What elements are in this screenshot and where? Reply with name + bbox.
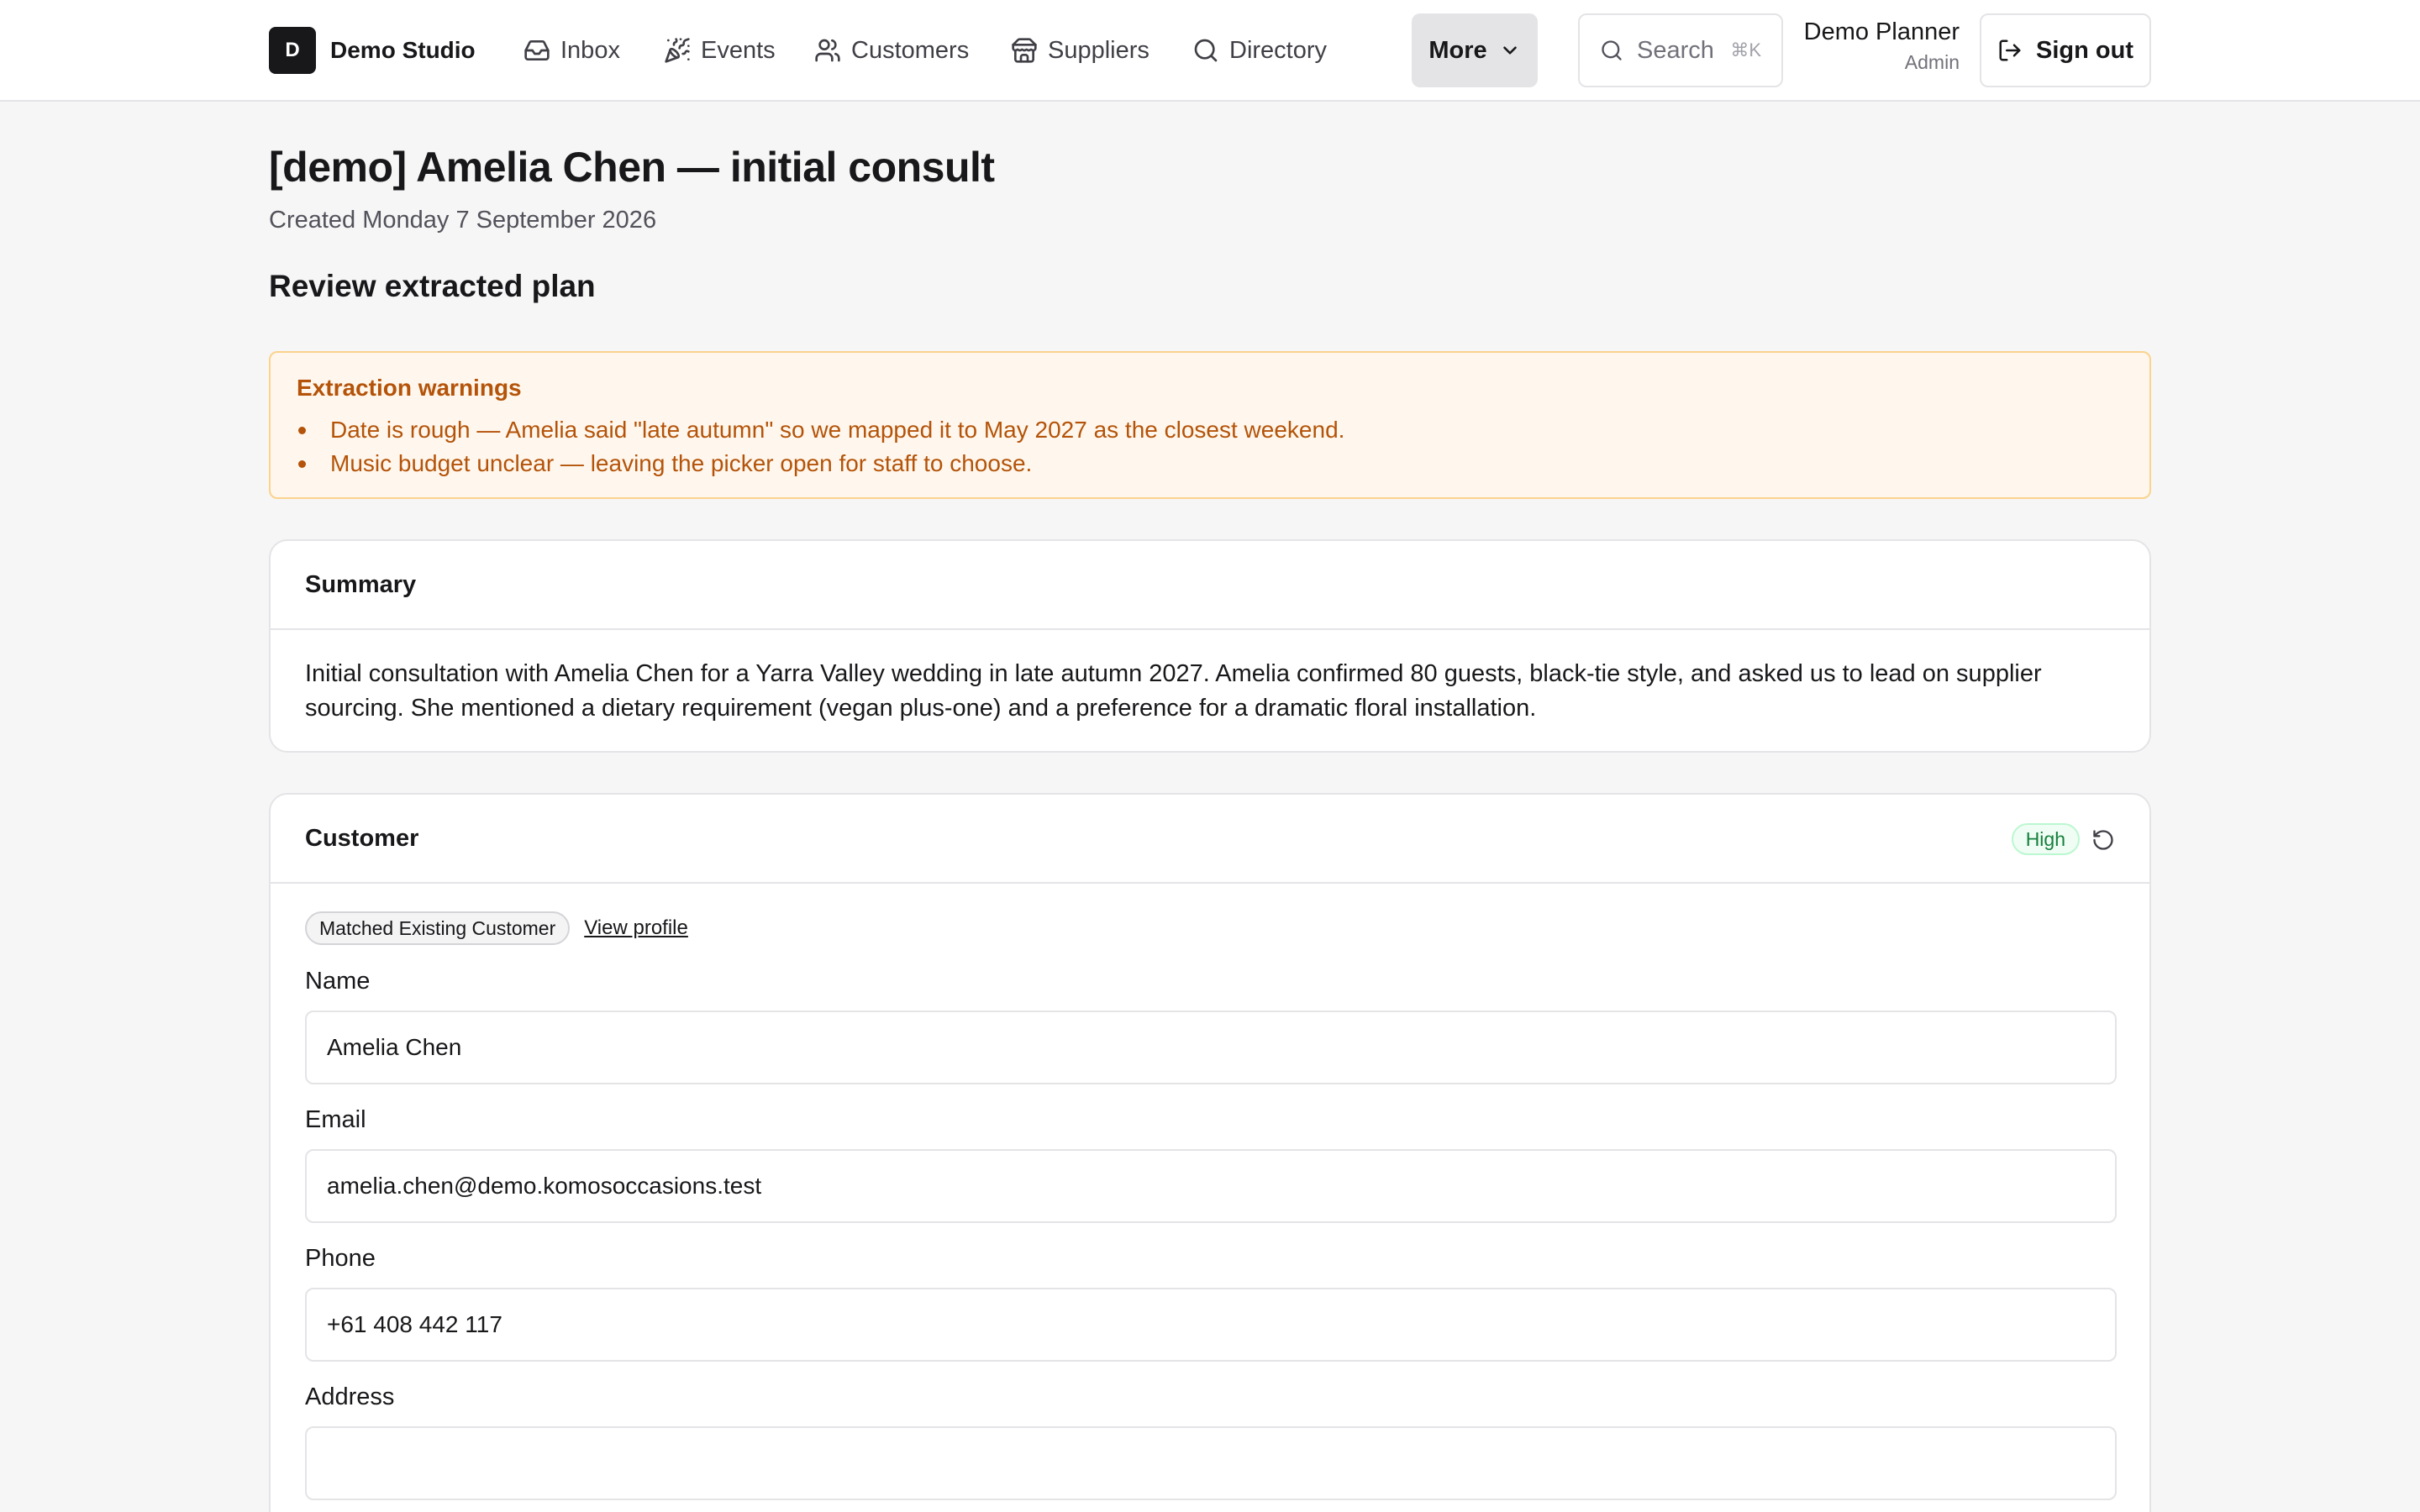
user-name: Demo Planner — [1803, 18, 1960, 45]
phone-label: Phone — [305, 1245, 376, 1272]
name-label: Name — [305, 968, 371, 995]
nav-label-events: Events — [701, 36, 776, 64]
email-label: Email — [305, 1106, 366, 1133]
name-field-group: Name — [305, 968, 2117, 1084]
users-icon — [815, 39, 840, 62]
extraction-warnings-alert: Extraction warnings Date is rough — Amel… — [269, 351, 2151, 499]
view-profile-link[interactable]: View profile — [584, 916, 688, 940]
global-search-button[interactable]: Search ⌘K — [1578, 13, 1783, 87]
party-popper-icon — [665, 38, 690, 63]
nav-label-suppliers: Suppliers — [1048, 36, 1150, 64]
warnings-list: Date is rough — Amelia said "late autumn… — [297, 413, 2123, 480]
email-field-group: Email — [305, 1106, 2117, 1223]
address-input[interactable] — [305, 1426, 2117, 1500]
confidence-badge: High — [2011, 823, 2080, 855]
section-title: Review extracted plan — [269, 269, 596, 303]
nav-label-inbox: Inbox — [560, 36, 620, 64]
brand-name: Demo Studio — [330, 37, 476, 63]
user-info: Demo Planner Admin — [1804, 18, 1960, 74]
chevron-down-icon — [1502, 46, 1517, 55]
summary-card: Summary Initial consultation with Amelia… — [269, 539, 2151, 753]
nav-item-directory[interactable]: Directory — [1192, 32, 1327, 69]
inbox-icon — [524, 40, 550, 60]
more-label: More — [1428, 36, 1487, 64]
customer-title: Customer — [305, 824, 419, 852]
nav-item-customers[interactable]: Customers — [814, 32, 969, 69]
address-field-group: Address — [305, 1383, 2117, 1500]
phone-input[interactable] — [305, 1288, 2117, 1362]
search-icon — [1194, 39, 1218, 62]
phone-field-group: Phone — [305, 1245, 2117, 1362]
summary-card-header: Summary — [271, 541, 2149, 630]
nav-label-customers: Customers — [851, 36, 970, 64]
nav-label-directory: Directory — [1229, 36, 1328, 64]
summary-text: Initial consultation with Amelia Chen fo… — [305, 660, 2042, 722]
more-menu-button[interactable]: More — [1412, 13, 1538, 87]
user-role: Admin — [1904, 51, 1960, 73]
nav-item-inbox[interactable]: Inbox — [523, 32, 620, 69]
matched-customer-badge: Matched Existing Customer — [305, 911, 571, 945]
match-row: Matched Existing Customer View profile — [305, 911, 2115, 946]
name-input[interactable] — [305, 1011, 2117, 1084]
email-input[interactable] — [305, 1149, 2117, 1223]
store-icon — [1012, 38, 1037, 63]
sign-out-label: Sign out — [2036, 36, 2133, 64]
search-shortcut: ⌘K — [1730, 39, 1761, 60]
warning-item: Date is rough — Amelia said "late autumn… — [297, 413, 2123, 447]
created-date: Created Monday 7 September 2026 — [269, 207, 657, 234]
customer-card: Customer High Matched Existing Customer … — [269, 793, 2151, 1512]
search-icon — [1602, 40, 1622, 60]
warning-item: Music budget unclear — leaving the picke… — [297, 447, 2123, 480]
summary-title: Summary — [305, 570, 417, 598]
page-title: [demo] Amelia Chen — initial consult — [269, 144, 995, 191]
sign-out-button[interactable]: Sign out — [1980, 13, 2151, 87]
warnings-title: Extraction warnings — [297, 375, 522, 401]
search-label: Search — [1637, 36, 1714, 64]
reset-icon[interactable] — [2091, 828, 2115, 852]
customer-form: Matched Existing Customer View profile N… — [271, 884, 2149, 1500]
log-out-icon — [1999, 39, 2021, 61]
brand[interactable]: D Demo Studio — [269, 27, 476, 74]
customer-card-header: Customer High — [271, 795, 2149, 884]
brand-logo: D — [269, 27, 316, 74]
nav-item-events[interactable]: Events — [664, 32, 776, 69]
top-navigation-bar: D Demo Studio Inbox Events Customers Sup… — [0, 0, 2420, 102]
address-label: Address — [305, 1383, 395, 1410]
nav-item-suppliers[interactable]: Suppliers — [1011, 32, 1150, 69]
